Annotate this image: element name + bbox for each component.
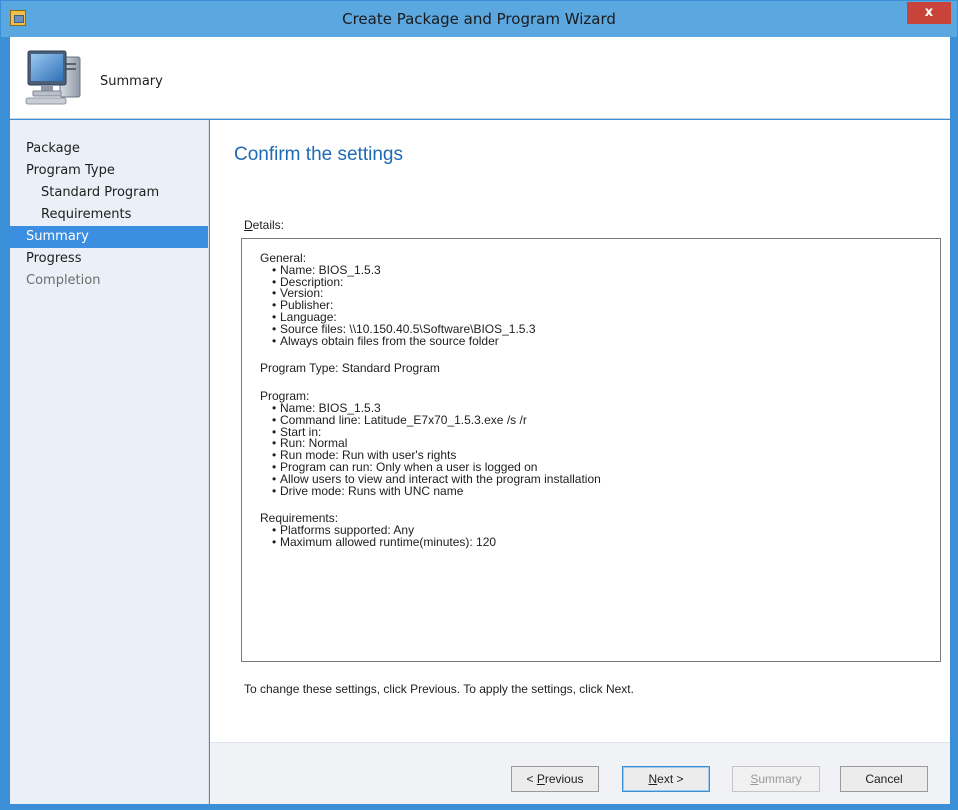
- wizard-header: Summary: [10, 37, 950, 119]
- nav-item-program-type[interactable]: Program Type: [10, 160, 208, 182]
- details-label-text: etails:: [252, 218, 285, 232]
- wizard-window: Create Package and Program Wizard x Summ…: [0, 0, 958, 810]
- program-list: Name: BIOS_1.5.3 Command line: Latitude_…: [260, 402, 940, 498]
- next-label: ext >: [657, 772, 684, 786]
- button-bar: < Previous Next > Summary Cancel: [210, 742, 950, 804]
- cancel-button[interactable]: Cancel: [840, 766, 928, 792]
- list-item: Always obtain files from the source fold…: [272, 335, 940, 348]
- details-label-accesskey: D: [244, 218, 253, 232]
- next-accesskey: N: [648, 772, 658, 786]
- list-item: Description:: [272, 276, 940, 289]
- summary-label: ummary: [758, 772, 802, 786]
- nav-item-summary[interactable]: Summary: [10, 226, 208, 248]
- program-type-section: Program Type: Standard Program: [260, 361, 940, 376]
- nav-item-completion: Completion: [26, 273, 101, 288]
- title-bar[interactable]: Create Package and Program Wizard x: [1, 1, 957, 37]
- nav-item-requirements[interactable]: Requirements: [10, 204, 208, 226]
- window-title: Create Package and Program Wizard: [342, 10, 616, 28]
- general-list: Name: BIOS_1.5.3 Description: Version: P…: [260, 264, 940, 348]
- computer-icon: [25, 50, 81, 105]
- instruction-text: To change these settings, click Previous…: [244, 682, 634, 696]
- summary-button: Summary: [732, 766, 820, 792]
- list-item: Start in:: [272, 426, 940, 439]
- nav-item-progress[interactable]: Progress: [10, 248, 208, 270]
- program-type-line: Program Type: Standard Program: [260, 361, 440, 376]
- close-button[interactable]: x: [907, 2, 951, 24]
- list-item: Drive mode: Runs with UNC name: [272, 485, 940, 498]
- header-title: Summary: [100, 74, 163, 89]
- nav-item-package[interactable]: Package: [10, 138, 208, 160]
- wizard-nav: Package Program Type Standard Program Re…: [10, 120, 209, 804]
- previous-label: revious: [544, 772, 584, 786]
- list-item: Version:: [272, 287, 940, 300]
- nav-item-standard-program[interactable]: Standard Program: [10, 182, 208, 204]
- requirements-list: Platforms supported: Any Maximum allowed…: [260, 524, 940, 549]
- general-section: General: Name: BIOS_1.5.3 Description: V…: [260, 252, 940, 348]
- program-section: Program: Name: BIOS_1.5.3 Command line: …: [260, 390, 940, 498]
- list-item: Command line: Latitude_E7x70_1.5.3.exe /…: [272, 414, 940, 427]
- page-title: Confirm the settings: [234, 144, 403, 165]
- list-item: Maximum allowed runtime(minutes): 120: [272, 536, 940, 549]
- previous-button[interactable]: < Previous: [511, 766, 599, 792]
- details-textbox[interactable]: General: Name: BIOS_1.5.3 Description: V…: [241, 238, 941, 662]
- previous-accesskey: P: [536, 772, 545, 786]
- main-panel: Confirm the settings Details: General: N…: [210, 120, 950, 804]
- requirements-section: Requirements: Platforms supported: Any M…: [260, 512, 940, 549]
- list-item: Name: BIOS_1.5.3: [272, 264, 940, 277]
- details-label: Details:: [244, 218, 284, 232]
- list-item: Publisher:: [272, 299, 940, 312]
- next-button[interactable]: Next >: [622, 766, 710, 792]
- previous-prefix: <: [526, 772, 537, 786]
